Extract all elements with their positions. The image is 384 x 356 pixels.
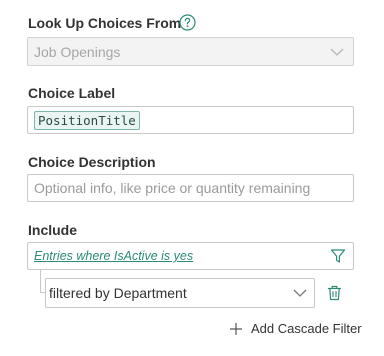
lookup-source-value: Job Openings (34, 43, 121, 60)
cascade-filter-select[interactable]: filtered by Department (45, 278, 315, 308)
field-token-chip[interactable]: PositionTitle (34, 110, 140, 130)
cascade-filter-value: filtered by Department (49, 285, 187, 301)
include-filter-value-wrap: Entries where IsActive is yes (34, 243, 193, 269)
choice-description-placeholder: Optional info, like price or quantity re… (34, 180, 311, 196)
choice-description-heading: Choice Description (28, 154, 156, 170)
choice-label-heading: Choice Label (28, 85, 116, 101)
include-heading: Include (28, 222, 78, 238)
add-cascade-filter-button[interactable]: Add Cascade Filter (229, 321, 362, 336)
choice-label-field[interactable]: PositionTitle (27, 106, 354, 134)
filter-icon[interactable] (330, 248, 346, 264)
include-filter-box[interactable]: Entries where IsActive is yes (27, 242, 354, 270)
chevron-down-icon (330, 48, 344, 56)
trash-icon[interactable] (327, 285, 342, 301)
choice-description-field[interactable]: Optional info, like price or quantity re… (27, 174, 354, 202)
lookup-settings-panel: Look Up Choices From Job Openings Choice… (0, 0, 384, 356)
help-icon[interactable] (179, 14, 196, 31)
include-filter-link[interactable]: Entries where IsActive is yes (34, 249, 193, 263)
plus-icon (230, 322, 242, 335)
lookup-source-select[interactable]: Job Openings (27, 37, 354, 66)
chevron-down-icon (293, 289, 307, 297)
choice-label-value-wrap: PositionTitle (34, 107, 140, 133)
lookup-label: Look Up Choices From (28, 15, 182, 31)
add-cascade-filter-label: Add Cascade Filter (251, 321, 362, 336)
